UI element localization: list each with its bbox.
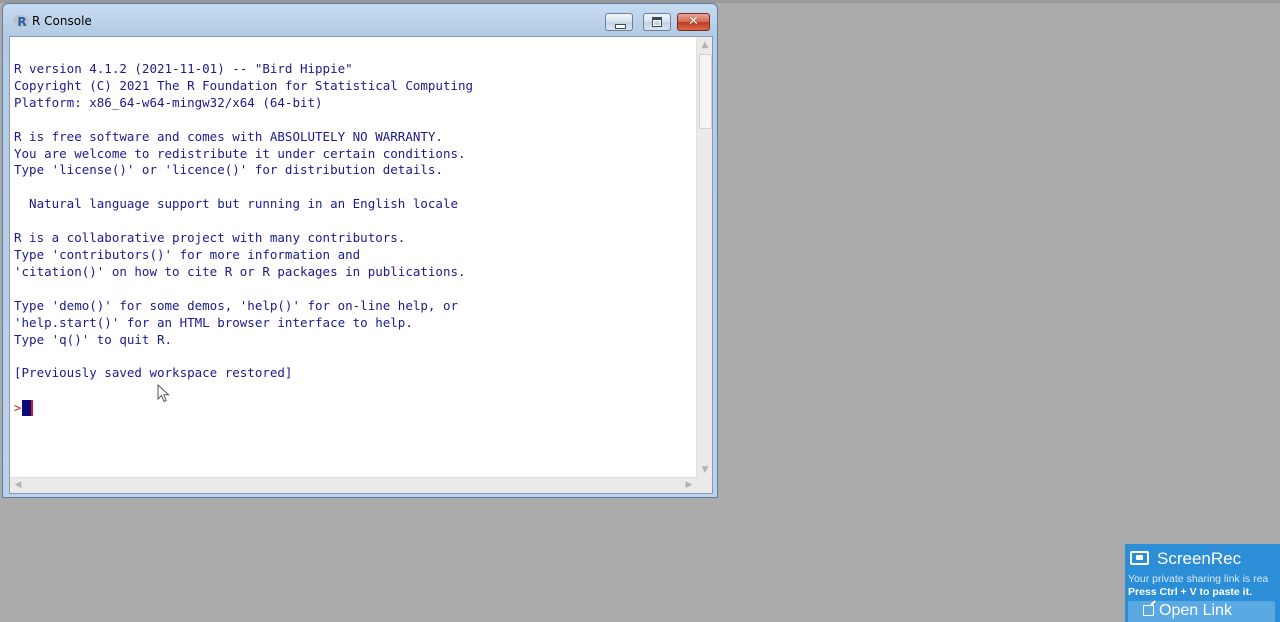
horizontal-scrollbar[interactable]: ◀ ▶ bbox=[10, 477, 697, 493]
r-console-window[interactable]: R R Console ✕ R version 4.1.2 (2021-11-0… bbox=[2, 3, 718, 498]
console-client-area[interactable]: R version 4.1.2 (2021-11-01) -- "Bird Hi… bbox=[9, 36, 713, 494]
r-logo-letter: R bbox=[17, 15, 27, 29]
r-logo-icon[interactable]: R bbox=[13, 15, 29, 29]
console-output-text: R version 4.1.2 (2021-11-01) -- "Bird Hi… bbox=[14, 61, 474, 381]
maximize-button[interactable] bbox=[643, 13, 671, 31]
scroll-left-arrow-icon[interactable]: ◀ bbox=[10, 478, 26, 494]
window-title: R Console bbox=[32, 14, 92, 28]
text-cursor bbox=[22, 400, 34, 416]
title-bar[interactable]: R R Console ✕ bbox=[3, 4, 717, 38]
scroll-right-arrow-icon[interactable]: ▶ bbox=[681, 478, 697, 494]
console-output-area[interactable]: R version 4.1.2 (2021-11-01) -- "Bird Hi… bbox=[10, 37, 697, 478]
desktop: R R Console ✕ R version 4.1.2 (2021-11-0… bbox=[0, 0, 1280, 622]
scroll-down-arrow-icon[interactable]: ▼ bbox=[697, 462, 713, 478]
screenrec-notification[interactable]: ScreenRec Your private sharing link is r… bbox=[1125, 544, 1280, 622]
screenrec-logo-icon bbox=[1130, 551, 1149, 565]
vertical-scroll-thumb[interactable] bbox=[699, 54, 712, 129]
minimize-button[interactable] bbox=[605, 13, 633, 31]
external-link-icon bbox=[1143, 605, 1154, 616]
console-input-line[interactable]: > bbox=[14, 399, 34, 417]
open-link-label: Open Link bbox=[1159, 602, 1232, 619]
close-icon: ✕ bbox=[688, 14, 699, 29]
screenrec-paste-hint: Press Ctrl + V to paste it. bbox=[1128, 586, 1253, 598]
screenrec-brand: ScreenRec bbox=[1157, 549, 1242, 568]
maximize-icon bbox=[644, 14, 670, 30]
console-prompt: > bbox=[14, 401, 22, 415]
minimize-icon bbox=[606, 14, 632, 30]
scroll-up-arrow-icon[interactable]: ▲ bbox=[697, 37, 713, 53]
open-link-button[interactable]: Open Link bbox=[1128, 601, 1275, 622]
screenrec-sharing-text: Your private sharing link is rea bbox=[1128, 573, 1269, 585]
close-button[interactable]: ✕ bbox=[677, 13, 710, 31]
scrollbar-corner bbox=[696, 477, 712, 493]
mouse-pointer-icon bbox=[157, 384, 170, 403]
vertical-scrollbar[interactable]: ▲ ▼ bbox=[696, 37, 712, 478]
